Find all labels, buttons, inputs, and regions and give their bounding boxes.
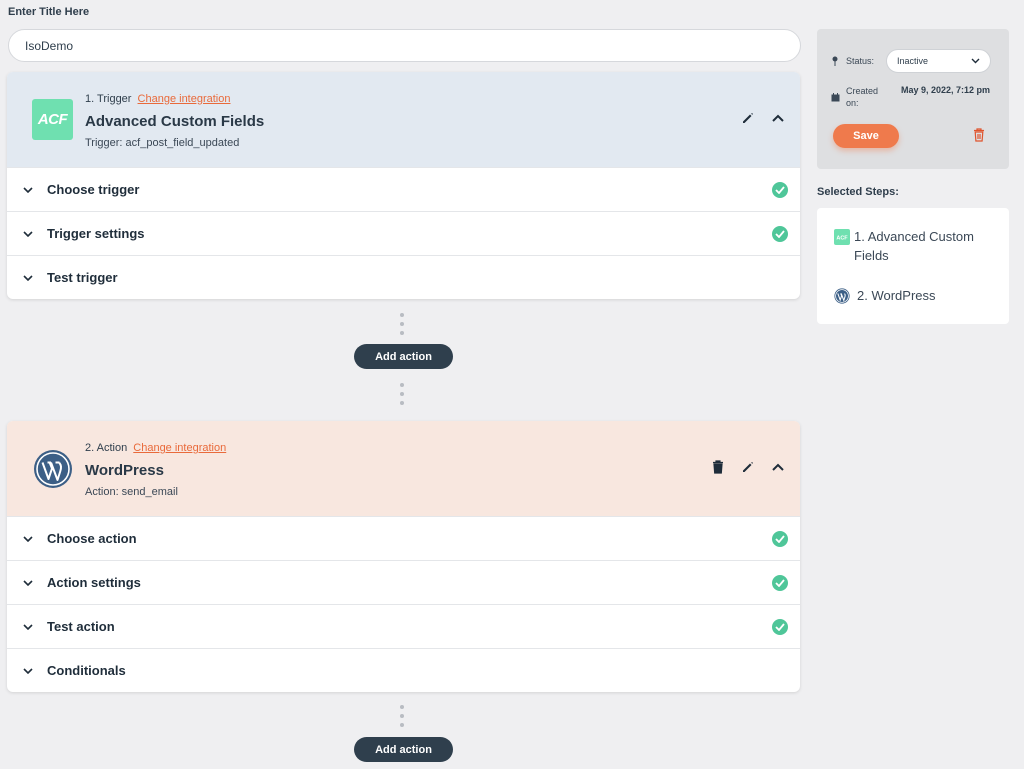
- action-row-test-action[interactable]: Test action: [7, 604, 800, 648]
- calendar-icon: [831, 93, 841, 102]
- chevron-down-icon: [23, 184, 35, 196]
- selected-steps-panel: ACF 1. Advanced Custom Fields 2. WordPre…: [817, 208, 1009, 324]
- action-header: 2. Action Change integration WordPress A…: [7, 421, 800, 516]
- add-action-button[interactable]: Add action: [354, 344, 453, 369]
- check-icon: [772, 574, 788, 591]
- trigger-header-tools: [740, 110, 786, 126]
- trigger-row-choose-trigger[interactable]: Choose trigger: [7, 167, 800, 211]
- chevron-down-icon: [23, 272, 35, 284]
- delete-trash-icon[interactable]: [973, 128, 987, 142]
- created-value: May 9, 2022, 7:12 pm: [901, 85, 991, 95]
- action-delete-trash-icon[interactable]: [710, 459, 726, 475]
- step-label: 1. Advanced Custom Fields: [854, 229, 974, 263]
- check-icon: [772, 618, 788, 635]
- status-label: Status:: [846, 56, 875, 66]
- connector-dots-bottom-2: [400, 705, 405, 727]
- status-value: Inactive: [897, 56, 929, 66]
- action-step-label: 2. Action: [85, 442, 128, 454]
- status-select[interactable]: Inactive: [886, 49, 991, 73]
- trigger-header: ACF 1. Trigger Change integration Advanc…: [7, 72, 800, 167]
- trigger-detail: Trigger: acf_post_field_updated: [85, 137, 240, 149]
- check-icon: [772, 530, 788, 547]
- created-row: Created on:: [831, 85, 888, 109]
- selected-steps-title: Selected Steps:: [817, 186, 899, 198]
- row-label: Conditionals: [47, 663, 126, 678]
- pin-icon: [831, 56, 841, 66]
- chevron-down-icon: [23, 621, 35, 633]
- add-action-button-bottom[interactable]: Add action: [354, 737, 453, 762]
- row-label: Trigger settings: [47, 226, 145, 241]
- action-edit-pencil-icon[interactable]: [740, 459, 756, 475]
- chevron-down-icon: [23, 533, 35, 545]
- status-row: Status:: [831, 56, 874, 66]
- action-row-action-settings[interactable]: Action settings: [7, 560, 800, 604]
- action-header-tools: [710, 459, 786, 475]
- selected-step-2[interactable]: 2. WordPress: [834, 286, 936, 305]
- action-step-line: 2. Action Change integration: [85, 442, 226, 454]
- trigger-edit-pencil-icon[interactable]: [740, 110, 756, 126]
- save-button[interactable]: Save: [833, 124, 899, 148]
- chevron-down-icon: [23, 577, 35, 589]
- row-label: Choose trigger: [47, 182, 140, 197]
- svg-text:ACF: ACF: [836, 236, 848, 242]
- action-change-integration-link[interactable]: Change integration: [133, 442, 226, 454]
- check-icon: [772, 181, 788, 198]
- action-card: 2. Action Change integration WordPress A…: [7, 421, 800, 692]
- wordpress-icon: [834, 288, 850, 304]
- acf-logo-text: ACF: [37, 111, 68, 128]
- action-detail: Action: send_email: [85, 486, 178, 498]
- title-input[interactable]: [8, 29, 801, 62]
- connector-dots-bottom: [400, 383, 405, 405]
- step-label: 2. WordPress: [857, 288, 936, 303]
- trigger-row-trigger-settings[interactable]: Trigger settings: [7, 211, 800, 255]
- trigger-change-integration-link[interactable]: Change integration: [138, 93, 231, 105]
- trigger-card: ACF 1. Trigger Change integration Advanc…: [7, 72, 800, 299]
- trigger-step-line: 1. Trigger Change integration: [85, 93, 231, 105]
- acf-icon: ACF: [834, 229, 850, 245]
- trigger-row-test-trigger[interactable]: Test trigger: [7, 255, 800, 299]
- row-label: Test trigger: [47, 270, 118, 285]
- chevron-down-icon: [23, 665, 35, 677]
- action-app-name: WordPress: [85, 462, 164, 479]
- trigger-collapse-chevron-up-icon[interactable]: [770, 110, 786, 126]
- publish-panel: Status: Inactive Created on: May 9, 2022…: [817, 29, 1009, 169]
- chevron-down-icon: [971, 58, 980, 64]
- trigger-app-name: Advanced Custom Fields: [85, 113, 265, 130]
- action-collapse-chevron-up-icon[interactable]: [770, 459, 786, 475]
- trigger-step-label: 1. Trigger: [85, 93, 132, 105]
- row-label: Action settings: [47, 575, 141, 590]
- check-icon: [772, 225, 788, 242]
- chevron-down-icon: [23, 228, 35, 240]
- row-label: Choose action: [47, 531, 137, 546]
- wordpress-logo-icon: [32, 448, 73, 489]
- row-label: Test action: [47, 619, 115, 634]
- selected-step-1[interactable]: ACF 1. Advanced Custom Fields: [834, 227, 994, 265]
- created-label: Created on:: [846, 86, 879, 108]
- title-label: Enter Title Here: [8, 6, 90, 18]
- action-row-choose-action[interactable]: Choose action: [7, 516, 800, 560]
- action-row-conditionals[interactable]: Conditionals: [7, 648, 800, 692]
- acf-logo-icon: ACF: [32, 99, 73, 140]
- connector-dots-top: [400, 313, 405, 335]
